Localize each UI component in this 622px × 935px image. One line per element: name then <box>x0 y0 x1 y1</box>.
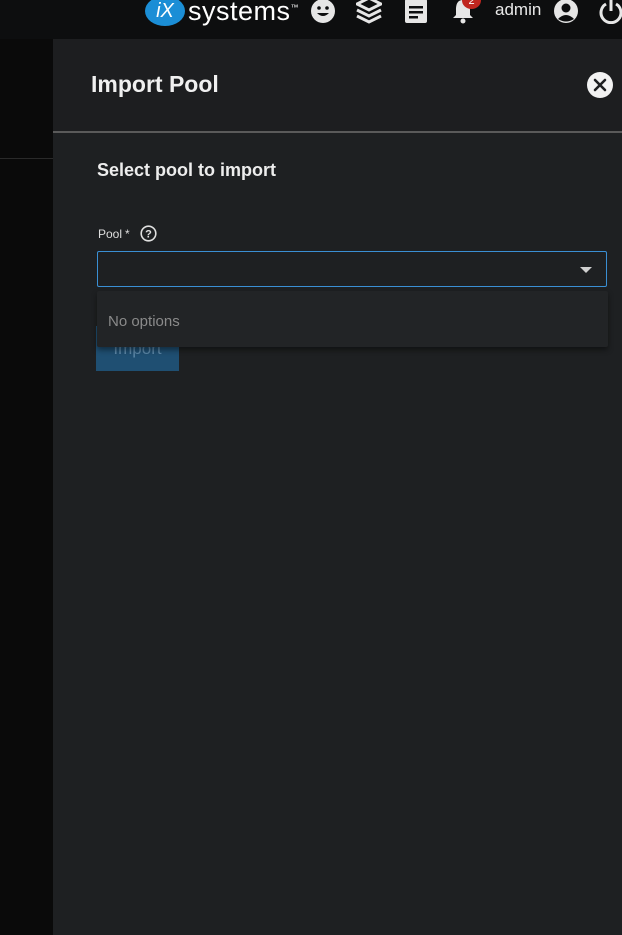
no-options-text: No options <box>108 313 180 330</box>
pool-select[interactable] <box>97 251 607 287</box>
close-icon <box>593 78 607 92</box>
pool-dropdown-panel: No options <box>97 291 608 347</box>
brand-mark: iX <box>145 0 185 26</box>
svg-text:?: ? <box>145 229 152 241</box>
power-icon[interactable] <box>598 0 622 25</box>
section-title: Select pool to import <box>97 160 277 180</box>
username[interactable]: admin <box>495 0 541 20</box>
ixsystems-logo[interactable]: iX systems ™ <box>145 0 299 28</box>
jobs-icon[interactable] <box>403 0 429 25</box>
background-panel <box>0 39 53 935</box>
slide-in-title: Import Pool <box>91 71 219 97</box>
pool-field-label: Pool * ? <box>98 225 157 242</box>
brand-word: systems <box>188 0 291 26</box>
slide-in-header: Import Pool <box>53 39 622 133</box>
required-marker: * <box>125 226 130 241</box>
feedback-icon[interactable] <box>310 0 336 25</box>
top-toolbar: iX systems ™ 2 admin <box>0 0 622 39</box>
close-button[interactable] <box>587 72 613 98</box>
chevron-down-icon <box>580 267 592 273</box>
background-divider <box>0 158 53 159</box>
import-pool-slide-in: Import Pool Select pool to import Pool *… <box>53 39 622 935</box>
account-icon[interactable] <box>553 0 579 25</box>
brand-tm: ™ <box>290 3 299 12</box>
truecommand-icon[interactable] <box>356 0 382 25</box>
pool-label-text: Pool <box>98 226 123 241</box>
help-tooltip-icon[interactable]: ? <box>140 225 157 242</box>
